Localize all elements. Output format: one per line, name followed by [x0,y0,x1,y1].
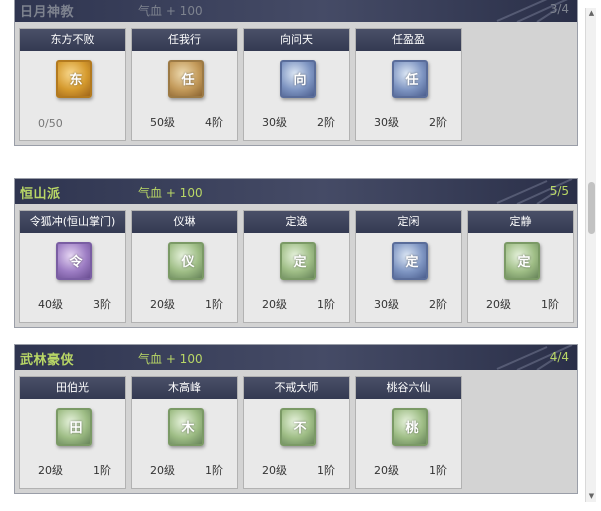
character-card[interactable]: 令狐冲(恒山掌门) 令 40级 3阶 [19,210,126,323]
arrow-down-icon[interactable]: ▼ [586,491,597,502]
character-level: 20级 [486,298,511,311]
character-level: 40级 [38,298,63,311]
group-name: 武林豪侠 [20,353,75,368]
group-header: 日月神教 气血 + 100 3/4 [15,0,577,22]
character-name: 令狐冲(恒山掌门) [20,211,125,233]
character-name: 定静 [468,211,573,233]
character-level: 20级 [262,298,287,311]
character-level: 50级 [150,116,175,129]
group-name: 恒山派 [20,187,61,202]
character-level: 30级 [374,298,399,311]
character-name: 不戒大师 [244,377,349,399]
character-name: 桃谷六仙 [356,377,461,399]
card-glyph: 不 [293,421,307,436]
group-count: 5/5 [549,184,569,198]
character-stage: 2阶 [429,116,447,129]
character-level: 20级 [38,464,63,477]
card-glyph: 任 [181,73,195,88]
collection-viewport: 日月神教 气血 + 100 3/4 东方不败东 0/50 任我行任 50级 4阶 向问天向 30级… [0,0,601,511]
character-card[interactable]: 定静定 20级 1阶 [467,210,574,323]
character-card-icon[interactable]: 令 [56,242,92,280]
card-glyph: 定 [405,255,419,270]
character-stage: 1阶 [205,298,223,311]
character-card-icon[interactable]: 定 [280,242,316,280]
character-card[interactable]: 向问天向 30级 2阶 [243,28,350,141]
card-glyph: 仪 [181,255,195,270]
character-name: 定闲 [356,211,461,233]
character-card-icon[interactable]: 定 [504,242,540,280]
character-name: 田伯光 [20,377,125,399]
character-stage: 3阶 [93,298,111,311]
character-level: 20级 [262,464,287,477]
character-card[interactable]: 定逸定 20级 1阶 [243,210,350,323]
character-stage: 1阶 [317,464,335,477]
character-card-icon[interactable]: 田 [56,408,92,446]
card-glyph: 东 [69,73,83,88]
character-name: 任我行 [132,29,237,51]
card-glyph: 田 [69,421,83,436]
group-header: 恒山派 气血 + 100 5/5 [15,179,577,204]
card-glyph: 木 [181,421,195,436]
character-name: 任盈盈 [356,29,461,51]
character-stage: 2阶 [317,116,335,129]
group-bonus: 气血 + 100 [138,4,203,18]
character-card-icon[interactable]: 木 [168,408,204,446]
group-panel: 武林豪侠 气血 + 100 4/4 田伯光田 20级 1阶 木高峰木 20级 1阶 不戒大师不 20… [14,344,578,494]
character-card-icon[interactable]: 任 [392,60,428,98]
group-count: 3/4 [549,2,569,16]
card-glyph: 向 [293,73,307,88]
character-card-icon[interactable]: 任 [168,60,204,98]
character-card-icon[interactable]: 东 [56,60,92,98]
arrow-up-icon[interactable]: ▲ [586,8,597,19]
character-card[interactable]: 不戒大师不 20级 1阶 [243,376,350,489]
character-name: 木高峰 [132,377,237,399]
character-level: 20级 [150,464,175,477]
card-glyph: 桃 [405,421,419,436]
character-card[interactable]: 东方不败东 0/50 [19,28,126,141]
character-card[interactable]: 木高峰木 20级 1阶 [131,376,238,489]
character-name: 仪琳 [132,211,237,233]
character-stage: 4阶 [205,116,223,129]
character-level: 30级 [374,116,399,129]
character-name: 东方不败 [20,29,125,51]
character-card-icon[interactable]: 仪 [168,242,204,280]
character-level: 20级 [150,298,175,311]
character-level: 30级 [262,116,287,129]
group-bonus: 气血 + 100 [138,352,203,366]
character-stage: 1阶 [541,298,559,311]
group-header: 武林豪侠 气血 + 100 4/4 [15,345,577,370]
character-card-icon[interactable]: 向 [280,60,316,98]
character-card[interactable]: 田伯光田 20级 1阶 [19,376,126,489]
card-glyph: 定 [517,255,531,270]
character-stage: 1阶 [205,464,223,477]
scrollbar-thumb[interactable] [588,182,595,234]
group-panel: 日月神教 气血 + 100 3/4 东方不败东 0/50 任我行任 50级 4阶 向问天向 30级… [14,0,578,146]
group-bonus: 气血 + 100 [138,186,203,200]
card-glyph: 令 [69,255,83,270]
character-card[interactable]: 任我行任 50级 4阶 [131,28,238,141]
character-name: 向问天 [244,29,349,51]
collect-progress: 0/50 [38,117,63,130]
character-card[interactable]: 定闲定 30级 2阶 [355,210,462,323]
character-stage: 1阶 [429,464,447,477]
group-count: 4/4 [549,350,569,364]
scrollbar[interactable]: ▲ ▼ [585,8,596,502]
character-level: 20级 [374,464,399,477]
group-panel: 恒山派 气血 + 100 5/5 令狐冲(恒山掌门) 令 40级 3阶 仪琳仪 20级 1阶 定逸定… [14,178,578,328]
character-card[interactable]: 任盈盈任 30级 2阶 [355,28,462,141]
character-stage: 2阶 [429,298,447,311]
character-name: 定逸 [244,211,349,233]
card-glyph: 定 [293,255,307,270]
character-card-icon[interactable]: 不 [280,408,316,446]
character-card[interactable]: 仪琳仪 20级 1阶 [131,210,238,323]
character-stage: 1阶 [93,464,111,477]
character-card-icon[interactable]: 桃 [392,408,428,446]
card-glyph: 任 [405,73,419,88]
character-card[interactable]: 桃谷六仙桃 20级 1阶 [355,376,462,489]
character-stage: 1阶 [317,298,335,311]
group-name: 日月神教 [20,5,75,20]
character-card-icon[interactable]: 定 [392,242,428,280]
